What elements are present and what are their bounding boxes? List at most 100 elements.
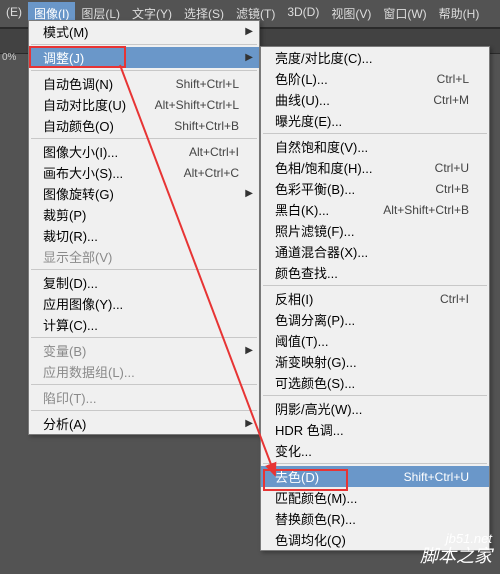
adjust-menu-item-0-0[interactable]: 亮度/对比度(C)... [261, 47, 489, 68]
menu-item-shortcut: Alt+Shift+Ctrl+B [383, 203, 469, 217]
submenu-arrow-icon: ▶ [245, 52, 253, 63]
menu-item-label: 色彩平衡(B)... [275, 179, 435, 198]
menu-item-shortcut: Ctrl+L [437, 72, 469, 86]
menu-item-shortcut: Ctrl+M [433, 93, 469, 107]
adjust-menu-item-1-6[interactable]: 颜色查找... [261, 262, 489, 283]
menu-item-label: 应用图像(Y)... [43, 294, 239, 313]
menu-item-shortcut: Alt+Shift+Ctrl+L [155, 98, 239, 112]
menu-item-label: 阴影/高光(W)... [275, 399, 469, 418]
image-menu-separator [31, 384, 257, 385]
menu-item-label: 图像旋转(G) [43, 184, 239, 203]
menu-item-shortcut: Shift+Ctrl+L [176, 77, 239, 91]
watermark-text: 脚本之家 [420, 542, 492, 568]
image-menu-item-5-1: 应用数据组(L)... [29, 361, 259, 382]
image-menu: 模式(M)▶调整(J)▶自动色调(N)Shift+Ctrl+L自动对比度(U)A… [28, 20, 260, 435]
menu-item-label: 反相(I) [275, 289, 440, 308]
image-menu-item-7-0[interactable]: 分析(A) ▶ [29, 413, 259, 434]
menu-item-label: 变量(B) [43, 341, 239, 360]
menu-item-label: 显示全部(V) [43, 247, 239, 266]
adjust-menu-separator [263, 395, 487, 396]
adjust-menu-item-3-0[interactable]: 阴影/高光(W)... [261, 398, 489, 419]
menu-item-label: 替换颜色(R)... [275, 509, 469, 528]
adjust-menu-separator [263, 285, 487, 286]
image-menu-item-2-2[interactable]: 自动颜色(O)Shift+Ctrl+B [29, 115, 259, 136]
adjust-menu-item-2-1[interactable]: 色调分离(P)... [261, 309, 489, 330]
menu-item-label: 黑白(K)... [275, 200, 383, 219]
adjust-menu-item-3-2[interactable]: 变化... [261, 440, 489, 461]
menu-item-label: 自然饱和度(V)... [275, 137, 469, 156]
menubar-item-0[interactable]: (E) [0, 2, 28, 25]
menu-item-label: 调整(J) [43, 48, 239, 67]
adjust-menu-separator [263, 133, 487, 134]
adjust-menu-item-0-3[interactable]: 曝光度(E)... [261, 110, 489, 131]
image-menu-item-4-0[interactable]: 复制(D)... [29, 272, 259, 293]
menu-item-label: 渐变映射(G)... [275, 352, 469, 371]
image-menu-item-2-0[interactable]: 自动色调(N)Shift+Ctrl+L [29, 73, 259, 94]
zoom-readout: 0% [0, 48, 30, 67]
adjust-menu-item-2-2[interactable]: 阈值(T)... [261, 330, 489, 351]
adjust-menu-item-2-3[interactable]: 渐变映射(G)... [261, 351, 489, 372]
adjust-menu-item-4-2[interactable]: 替换颜色(R)... [261, 508, 489, 529]
menu-item-label: 色调分离(P)... [275, 310, 469, 329]
menu-item-label: 可选颜色(S)... [275, 373, 469, 392]
adjust-menu-item-1-5[interactable]: 通道混合器(X)... [261, 241, 489, 262]
adjust-menu-item-1-2[interactable]: 色彩平衡(B)...Ctrl+B [261, 178, 489, 199]
adjust-menu-item-1-4[interactable]: 照片滤镜(F)... [261, 220, 489, 241]
image-menu-item-3-0[interactable]: 图像大小(I)...Alt+Ctrl+I [29, 141, 259, 162]
menu-item-label: HDR 色调... [275, 420, 469, 439]
menubar-item-6[interactable]: 3D(D) [281, 2, 325, 25]
image-menu-separator [31, 269, 257, 270]
adjust-menu-item-2-4[interactable]: 可选颜色(S)... [261, 372, 489, 393]
menu-item-label: 自动对比度(U) [43, 95, 155, 114]
menu-item-label: 通道混合器(X)... [275, 242, 469, 261]
adjust-menu-separator [263, 463, 487, 464]
menu-item-label: 图像大小(I)... [43, 142, 189, 161]
adjust-menu-item-0-1[interactable]: 色阶(L)...Ctrl+L [261, 68, 489, 89]
menu-item-label: 自动色调(N) [43, 74, 176, 93]
image-menu-item-3-4[interactable]: 裁切(R)... [29, 225, 259, 246]
menu-item-label: 变化... [275, 441, 469, 460]
menu-item-shortcut: Alt+Ctrl+C [184, 166, 239, 180]
menubar-item-7[interactable]: 视图(V) [325, 2, 377, 25]
menu-item-shortcut: Ctrl+B [435, 182, 469, 196]
menu-item-shortcut: Shift+Ctrl+B [174, 119, 239, 133]
image-menu-item-0-0[interactable]: 模式(M)▶ [29, 21, 259, 42]
image-menu-item-6-0: 陷印(T)... [29, 387, 259, 408]
image-menu-separator [31, 44, 257, 45]
submenu-arrow-icon: ▶ [245, 418, 253, 429]
adjust-menu-item-1-3[interactable]: 黑白(K)...Alt+Shift+Ctrl+B [261, 199, 489, 220]
image-menu-separator [31, 410, 257, 411]
adjustments-submenu: 亮度/对比度(C)...色阶(L)...Ctrl+L曲线(U)...Ctrl+M… [260, 46, 490, 551]
menu-item-shortcut: Ctrl+I [440, 292, 469, 306]
adjust-menu-item-0-2[interactable]: 曲线(U)...Ctrl+M [261, 89, 489, 110]
menu-item-label: 计算(C)... [43, 315, 239, 334]
menu-item-label: 分析(A) [43, 414, 239, 433]
menubar-item-8[interactable]: 窗口(W) [377, 2, 432, 25]
adjust-menu-item-2-0[interactable]: 反相(I)Ctrl+I [261, 288, 489, 309]
menu-item-label: 陷印(T)... [43, 388, 239, 407]
image-menu-item-3-5: 显示全部(V) [29, 246, 259, 267]
submenu-arrow-icon: ▶ [245, 26, 253, 37]
image-menu-separator [31, 337, 257, 338]
image-menu-item-3-2[interactable]: 图像旋转(G) ▶ [29, 183, 259, 204]
image-menu-item-3-1[interactable]: 画布大小(S)...Alt+Ctrl+C [29, 162, 259, 183]
menu-item-label: 自动颜色(O) [43, 116, 174, 135]
menu-item-label: 曲线(U)... [275, 90, 433, 109]
adjust-menu-item-1-1[interactable]: 色相/饱和度(H)...Ctrl+U [261, 157, 489, 178]
image-menu-item-2-1[interactable]: 自动对比度(U)Alt+Shift+Ctrl+L [29, 94, 259, 115]
adjust-menu-item-4-1[interactable]: 匹配颜色(M)... [261, 487, 489, 508]
menu-item-label: 裁切(R)... [43, 226, 239, 245]
menubar-item-9[interactable]: 帮助(H) [433, 2, 486, 25]
menu-item-label: 阈值(T)... [275, 331, 469, 350]
adjust-menu-item-4-0[interactable]: 去色(D)Shift+Ctrl+U [261, 466, 489, 487]
submenu-arrow-icon: ▶ [245, 345, 253, 356]
image-menu-item-1-0[interactable]: 调整(J) ▶ [29, 47, 259, 68]
menu-item-label: 去色(D) [275, 467, 404, 486]
image-menu-item-3-3[interactable]: 裁剪(P) [29, 204, 259, 225]
image-menu-item-4-1[interactable]: 应用图像(Y)... [29, 293, 259, 314]
adjust-menu-item-1-0[interactable]: 自然饱和度(V)... [261, 136, 489, 157]
image-menu-item-5-0: 变量(B) ▶ [29, 340, 259, 361]
image-menu-item-4-2[interactable]: 计算(C)... [29, 314, 259, 335]
submenu-arrow-icon: ▶ [245, 188, 253, 199]
adjust-menu-item-3-1[interactable]: HDR 色调... [261, 419, 489, 440]
